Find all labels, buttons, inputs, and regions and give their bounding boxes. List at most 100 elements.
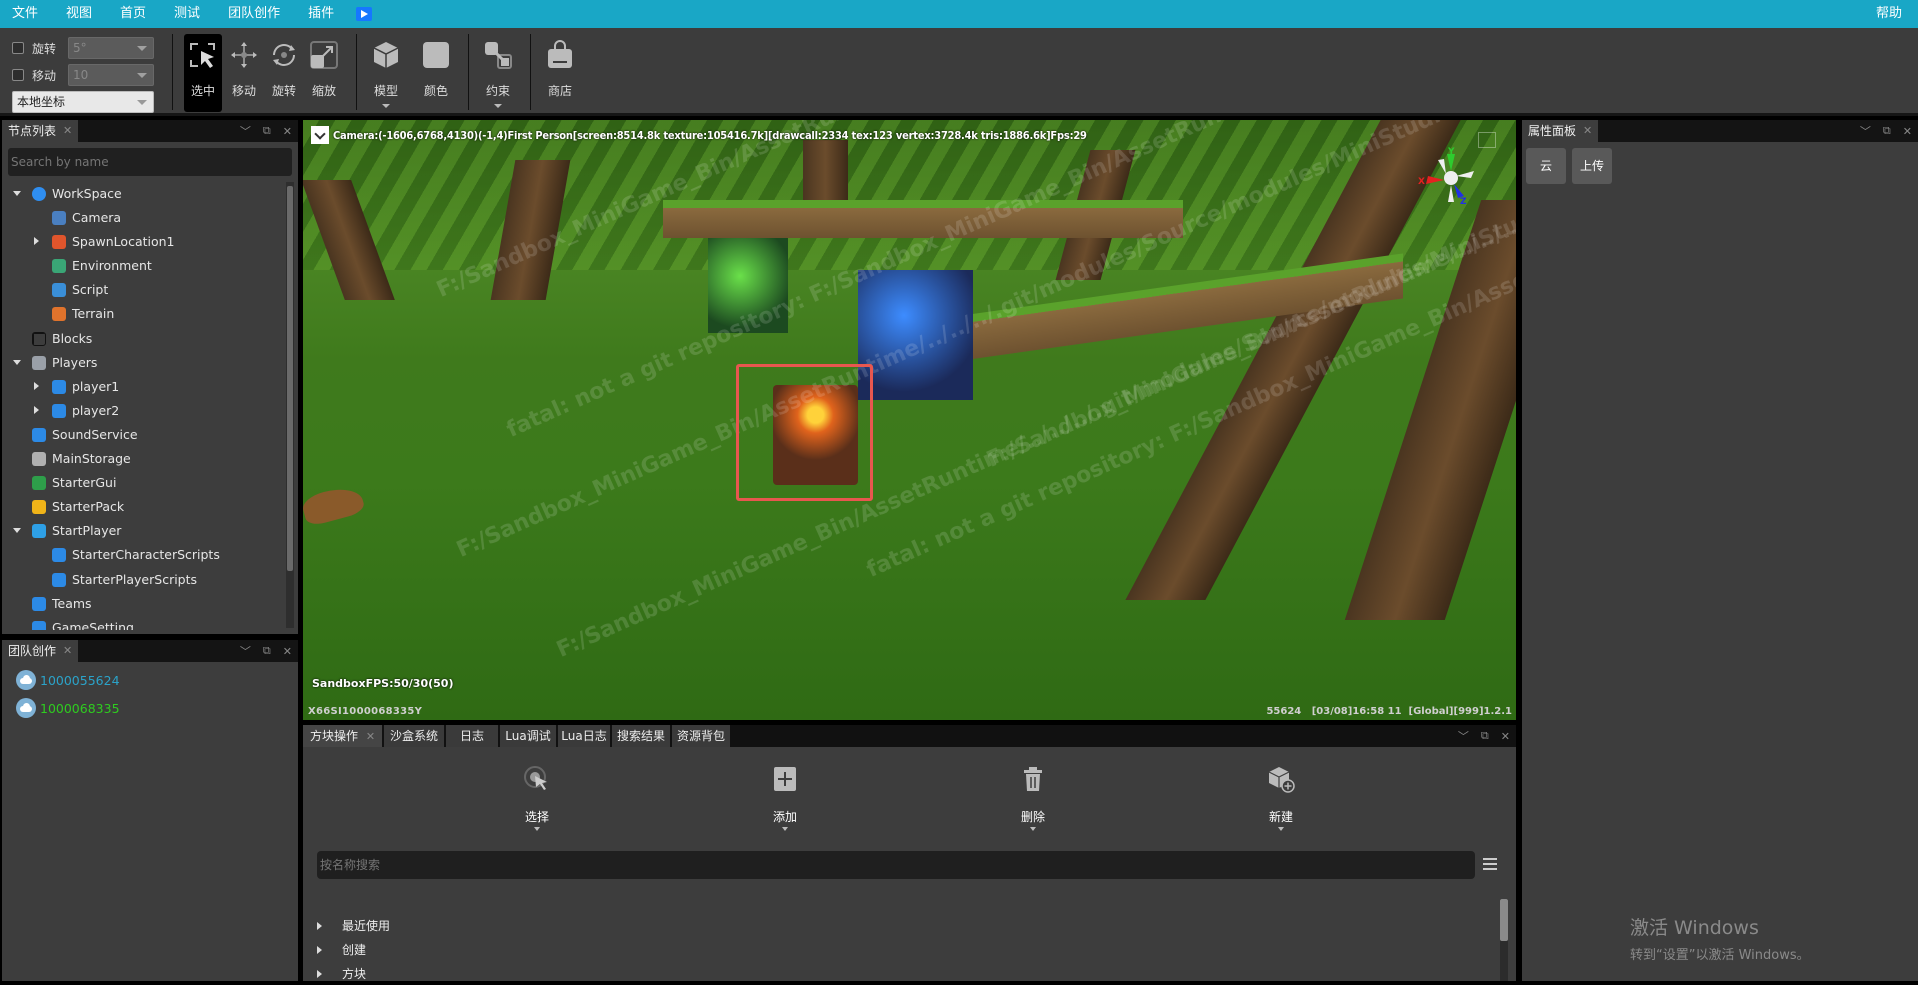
rotate-snap-checkbox[interactable] [12,42,24,54]
menu-bar: 文件 视图 首页 测试 团队创作 插件 帮助 [0,0,1918,28]
tool-constraint-button[interactable]: 约束 [478,34,518,112]
rotate-snap-select[interactable]: 5° [68,37,154,59]
close-icon[interactable]: ✕ [366,730,375,743]
block-search-input[interactable] [317,851,1475,879]
menu-view[interactable]: 视图 [52,0,106,28]
tree-node[interactable]: player2 [8,399,282,423]
tab-lua-debug[interactable]: Lua调试 [500,725,556,747]
tool-move-button[interactable]: 移动 [224,34,264,112]
tree-node[interactable]: StarterPack [8,495,282,519]
node-tree-scrollbar[interactable] [286,182,294,628]
close-panel-icon[interactable]: ✕ [1903,125,1912,138]
tab-log[interactable]: 日志 [446,725,498,747]
tool-select-button[interactable]: 选中 [184,34,222,112]
tab-properties[interactable]: 属性面板 ✕ [1522,120,1599,142]
tab-search-results[interactable]: 搜索结果 [612,725,670,747]
move-snap-checkbox[interactable] [12,69,24,81]
tool-color-button[interactable]: 颜色 [416,34,456,112]
tree-node[interactable]: Camera [8,206,282,230]
category-create[interactable]: 创建 [317,939,366,961]
menu-home[interactable]: 首页 [106,0,160,28]
collapse-panel-icon[interactable]: ﹀ [240,123,251,139]
undock-icon[interactable]: ⧉ [263,124,271,138]
menu-test[interactable]: 测试 [160,0,214,28]
backpack-icon [32,500,46,515]
gui-flag-icon [32,476,46,491]
select-block-button[interactable]: 选择 [507,765,567,831]
tool-model-button[interactable]: 模型 [366,34,406,112]
tool-rotate-button[interactable]: 旋转 [264,34,304,112]
tree-node[interactable]: SoundService [8,423,282,447]
environment-icon [52,259,66,274]
close-panel-icon[interactable]: ✕ [283,645,292,658]
tree-node[interactable]: StarterCharacterScripts [8,543,282,567]
upload-button[interactable]: 上传 [1572,148,1612,184]
tree-node[interactable]: StartPlayer [8,519,282,543]
tab-node-list[interactable]: 节点列表 ✕ [2,120,79,142]
snap-options: 旋转 5° 移动 10 本地坐标 [12,36,162,117]
tree-node[interactable]: Players [8,351,282,375]
category-blocks[interactable]: 方块 [317,963,366,985]
menu-team-create[interactable]: 团队创作 [214,0,294,28]
add-plus-icon [774,767,796,791]
undock-icon[interactable]: ⧉ [1883,124,1891,138]
list-menu-icon[interactable] [1483,858,1497,870]
tree-node[interactable]: MainStorage [8,447,282,471]
cloud-button[interactable]: 云 [1526,148,1566,184]
coordinate-mode-select[interactable]: 本地坐标 [12,91,154,113]
expand-down-icon[interactable] [12,526,22,536]
node-search-input[interactable] [8,148,292,176]
close-panel-icon[interactable]: ✕ [283,125,292,138]
tool-shop-button[interactable]: 商店 [540,34,580,112]
tree-node[interactable]: SpawnLocation1 [8,230,282,254]
tree-node[interactable]: Terrain [8,302,282,326]
team-member[interactable]: 1000068335 [16,696,120,720]
add-block-button[interactable]: 添加 [755,765,815,831]
undock-icon[interactable]: ⧉ [1481,729,1489,743]
close-icon[interactable]: ✕ [63,120,72,142]
block-list-scrollbar[interactable] [1500,899,1508,981]
cube-icon [373,42,399,68]
axis-gizmo[interactable]: Y X Z [1416,146,1486,206]
gamepad-icon [32,355,46,370]
stats-toggle-checkbox[interactable] [311,126,329,144]
delete-block-button[interactable]: 删除 [1003,765,1063,831]
tree-node[interactable]: WorkSpace [8,182,282,206]
tool-scale-button[interactable]: 缩放 [304,34,344,112]
tree-node[interactable]: StarterGui [8,471,282,495]
tab-team-create[interactable]: 团队创作 ✕ [2,640,79,662]
menu-file[interactable]: 文件 [0,0,52,28]
close-icon[interactable]: ✕ [1583,120,1592,142]
collapse-panel-icon[interactable]: ﹀ [1860,123,1871,139]
expand-down-icon[interactable] [12,358,22,368]
tree-node[interactable]: GameSetting [8,616,282,630]
play-icon[interactable] [356,7,373,21]
new-block-button[interactable]: 新建 [1251,765,1311,831]
tree-node[interactable]: Environment [8,254,282,278]
tree-node[interactable]: Blocks [8,327,282,351]
tree-node[interactable]: Teams [8,592,282,616]
tree-node[interactable]: StarterPlayerScripts [8,568,282,592]
collapse-panel-icon[interactable]: ﹀ [1458,728,1469,744]
expand-right-icon[interactable] [32,381,42,392]
expand-right-icon[interactable] [32,405,42,416]
collapse-panel-icon[interactable]: ﹀ [240,643,251,659]
expand-right-icon[interactable] [32,237,42,247]
scene-viewport[interactable]: F:/Sandbox_MiniGame_Bin/AssetRuntime/../… [303,120,1516,720]
move-snap-select[interactable]: 10 [68,64,154,86]
tree-node[interactable]: player1 [8,375,282,399]
category-recent[interactable]: 最近使用 [317,915,390,937]
tab-lua-log[interactable]: Lua日志 [558,725,610,747]
tab-resource-bag[interactable]: 资源背包 [672,725,730,747]
tree-node-label: GameSetting [52,619,134,630]
expand-down-icon[interactable] [12,189,22,199]
undock-icon[interactable]: ⧉ [263,644,271,658]
menu-help[interactable]: 帮助 [1876,0,1902,28]
tab-block-operations[interactable]: 方块操作 ✕ [303,725,382,747]
team-member[interactable]: 1000055624 [16,668,120,692]
close-icon[interactable]: ✕ [63,640,72,662]
menu-plugins[interactable]: 插件 [294,0,348,28]
tree-node[interactable]: Script [8,278,282,302]
close-panel-icon[interactable]: ✕ [1501,730,1510,743]
tab-sandbox-system[interactable]: 沙盒系统 [384,725,444,747]
